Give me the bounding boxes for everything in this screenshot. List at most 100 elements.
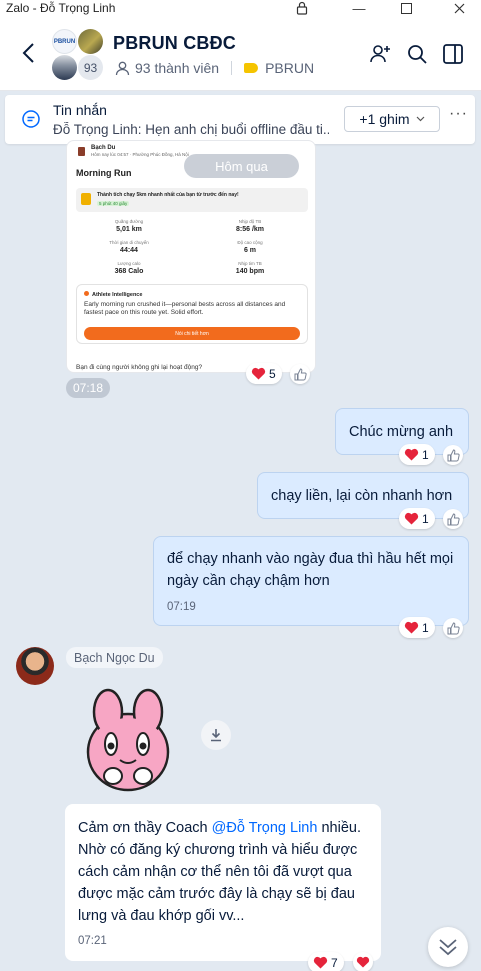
stat-label: Lượng calo	[117, 261, 141, 266]
stat: Thời gian di chuyển 44:44	[84, 240, 174, 254]
activity-footer: Bạn đi cùng người không ghi lại hoạt độn…	[76, 364, 203, 371]
message-text: Chúc mừng anh	[349, 424, 454, 440]
heart-icon	[404, 512, 419, 525]
achievement-badge: 5 phút 40 giây	[97, 201, 130, 206]
club-name: Bạch Du	[91, 145, 116, 151]
sender-name[interactable]: Bạch Ngọc Du	[66, 647, 163, 668]
activity-meta: Hôm nay lúc 04:57 · Phường Phúc Đồng, Hà…	[91, 152, 189, 157]
stat-label: Nhịp độ TB	[238, 219, 262, 224]
message-text: Cảm ơn thầy Coach @Đỗ Trọng Linh nhiều. …	[78, 817, 368, 927]
reaction-summary[interactable]: 1	[399, 617, 435, 638]
heart-icon	[404, 621, 419, 634]
athlete-intelligence-box: Athlete Intelligence Early morning run c…	[76, 284, 308, 344]
message-time: 07:19	[167, 601, 196, 613]
group-name[interactable]: PBRUN CBĐC	[113, 33, 236, 54]
pinned-message-bar[interactable]: Tin nhắn Đỗ Trọng Linh: Hẹn anh chị buổi…	[5, 95, 475, 144]
maximize-icon[interactable]	[394, 0, 418, 17]
like-button[interactable]	[443, 618, 463, 638]
sticker-image[interactable]	[80, 688, 176, 798]
member-count-badge: 93	[78, 55, 103, 80]
stat-label: Thời gian di chuyển	[109, 240, 149, 245]
mention-link[interactable]: @Đỗ Trọng Linh	[212, 820, 318, 836]
window-title: Zalo - Đỗ Trọng Linh	[6, 1, 116, 15]
reaction-summary[interactable]: 1	[399, 508, 435, 529]
reaction-summary[interactable]: 5	[246, 363, 282, 384]
ai-more-button: Nói chi tiết hơn	[84, 327, 300, 340]
heart-icon	[404, 448, 419, 461]
heart-icon	[356, 956, 370, 968]
search-icon[interactable]	[405, 42, 429, 66]
sender-avatar[interactable]	[16, 647, 54, 685]
group-tag[interactable]: PBRUN	[265, 60, 314, 76]
window-titlebar: Zalo - Đỗ Trọng Linh —	[0, 0, 481, 17]
scroll-down-icon	[439, 939, 457, 956]
reaction-count: 5	[269, 366, 276, 381]
divider	[231, 61, 233, 75]
stat-label: Nhịp tim TB	[238, 261, 262, 266]
stat: Nhịp độ TB 8:56 /km	[205, 219, 295, 233]
member-avatar	[52, 55, 77, 80]
stat: Độ cao cộng 6 m	[205, 240, 295, 254]
message-text-part: Cảm ơn thầy Coach	[78, 820, 212, 836]
my-message[interactable]: chạy liền, lại còn nhanh hơn	[257, 472, 469, 519]
chevron-down-icon	[416, 116, 425, 122]
club-logo	[78, 147, 85, 156]
stat-value: 8:56 /km	[235, 226, 265, 233]
reaction-summary[interactable]: 7	[308, 952, 344, 971]
stat-value: 368 Calo	[114, 268, 144, 275]
activity-title: Morning Run	[76, 168, 132, 178]
group-avatar[interactable]: PBRUN 93	[52, 29, 103, 80]
message-text: chạy liền, lại còn nhanh hơn	[271, 488, 453, 504]
message-icon	[22, 110, 40, 128]
back-icon[interactable]	[18, 40, 40, 66]
reaction-count: 1	[422, 447, 429, 462]
ai-text: Early morning run crushed it—personal be…	[84, 301, 286, 316]
more-options-button[interactable]: ···	[449, 105, 468, 123]
reaction-count: 1	[422, 511, 429, 526]
ai-title: Athlete Intelligence	[84, 291, 142, 298]
react-heart-button[interactable]	[353, 952, 373, 971]
stat-label: Quãng đường	[114, 219, 144, 224]
heart-icon	[251, 367, 266, 380]
like-button[interactable]	[443, 445, 463, 465]
pins-dropdown-button[interactable]: +1 ghim	[344, 106, 440, 132]
stat: Quãng đường 5,01 km	[84, 219, 174, 233]
member-avatar: PBRUN	[52, 29, 77, 54]
heart-icon	[313, 956, 328, 969]
my-message[interactable]: để chạy nhanh vào ngày đua thì hầu hết m…	[153, 536, 469, 626]
chat-header: PBRUN 93 PBRUN CBĐC 93 thành viên PBRUN	[0, 17, 481, 91]
stat: Lượng calo 368 Calo	[84, 261, 174, 275]
like-icon	[447, 448, 460, 461]
minimize-icon[interactable]: —	[347, 0, 371, 17]
close-icon[interactable]	[447, 0, 471, 17]
like-icon	[447, 621, 460, 634]
achievement-text: Thành tích chạy 5km nhanh nhất của bạn t…	[97, 192, 239, 198]
add-member-icon[interactable]	[368, 42, 392, 66]
download-button[interactable]	[201, 720, 231, 750]
stat-value: 6 m	[243, 247, 257, 254]
stat: Nhịp tim TB 140 bpm	[205, 261, 295, 275]
stat-value: 140 bpm	[235, 268, 265, 275]
member-count-label[interactable]: 93 thành viên	[135, 60, 219, 76]
scroll-down-button[interactable]	[428, 927, 468, 967]
incoming-message[interactable]: Cảm ơn thầy Coach @Đỗ Trọng Linh nhiều. …	[65, 804, 381, 961]
medal-icon	[81, 193, 91, 205]
like-button[interactable]	[443, 509, 463, 529]
stat-value: 44:44	[120, 247, 138, 254]
group-info: 93 thành viên PBRUN	[115, 60, 314, 76]
download-icon	[211, 729, 221, 742]
like-button[interactable]	[290, 364, 310, 384]
date-separator: Hôm qua	[184, 154, 299, 178]
reaction-summary[interactable]: 1	[399, 444, 435, 465]
lock-icon[interactable]	[296, 1, 308, 15]
sidebar-toggle-icon[interactable]	[441, 42, 465, 66]
pins-label: +1 ghim	[359, 111, 410, 127]
stat-value: 5,01 km	[116, 226, 142, 233]
reaction-count: 1	[422, 620, 429, 635]
message-text: để chạy nhanh vào ngày đua thì hầu hết m…	[167, 551, 454, 589]
message-time: 07:18	[66, 378, 111, 398]
like-icon	[447, 512, 460, 525]
pinned-text: Đỗ Trọng Linh: Hẹn anh chị buổi offline …	[53, 122, 329, 137]
member-avatar	[78, 29, 103, 54]
person-icon	[115, 61, 130, 75]
